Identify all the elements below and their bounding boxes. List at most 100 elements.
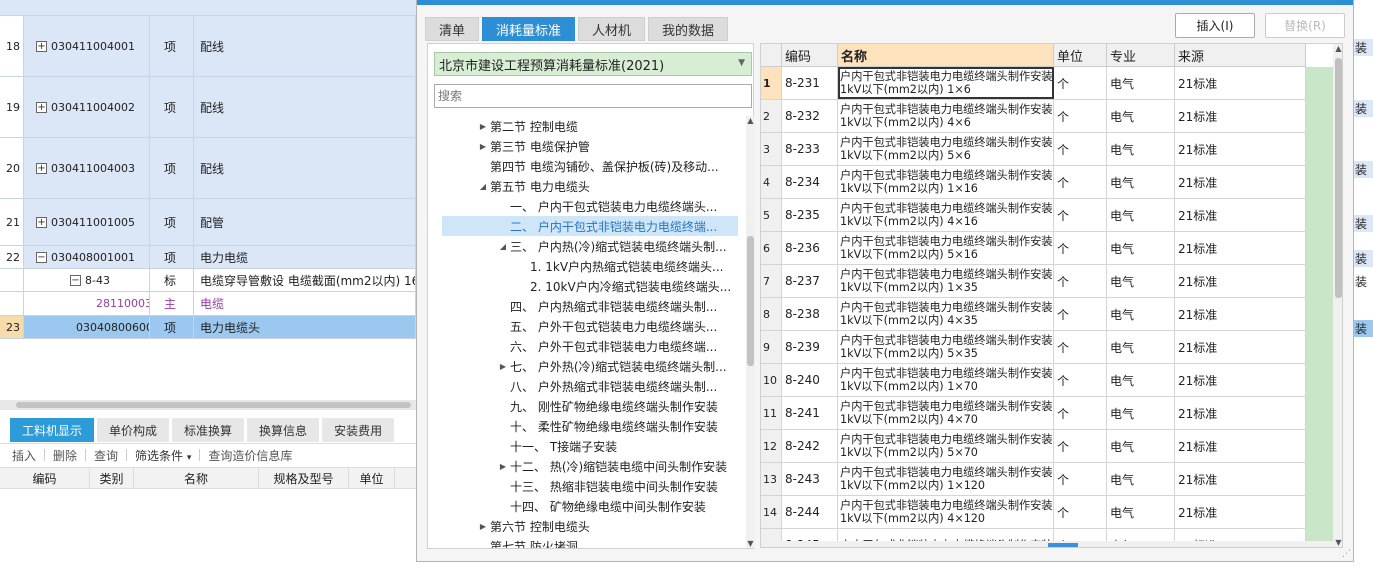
expand-arrow-icon[interactable]: ▶ (476, 142, 490, 151)
tree-node[interactable]: 十三、 热缩非铠装电缆中间头制作安装 (496, 476, 718, 496)
tree-node[interactable]: 1. 1kV户内热缩式铠装电缆终端头... (516, 256, 724, 276)
row-number: 3 (761, 133, 782, 165)
expand-arrow-icon[interactable]: ▶ (476, 522, 490, 531)
table-vertical-scrollbar[interactable]: ▲ ▼ (1333, 44, 1342, 547)
expand-arrow-icon[interactable]: ▶ (496, 462, 510, 471)
scrollbar-thumb[interactable] (747, 236, 754, 366)
table-row[interactable]: 11 8-241 户内干包式非铠装电力电缆终端头制作安装 1kV以下(mm2以内) … (761, 397, 1306, 430)
tree-node[interactable]: 四、 户内热缩式非铠装电缆终端头制... (496, 296, 717, 316)
tree-node[interactable]: ▶ 第二节 控制电缆 (476, 116, 578, 136)
item-row[interactable]: 28110003@2主电缆 (0, 292, 416, 316)
table-column-header[interactable]: 来源 (1175, 44, 1306, 66)
expand-arrow-icon[interactable]: ▶ (476, 122, 490, 131)
scrollbar-thumb[interactable] (1335, 58, 1342, 298)
scrollbar-thumb[interactable] (1048, 543, 1078, 547)
table-column-header[interactable]: 单位 (1054, 44, 1107, 66)
table-row[interactable]: 14 8-244 户内干包式非铠装电力电缆终端头制作安装 1kV以下(mm2以内) … (761, 496, 1306, 529)
dialog-tab[interactable]: 我的数据 (648, 17, 729, 41)
table-row[interactable]: 8 8-238 户内干包式非铠装电力电缆终端头制作安装 1kV以下(mm2以内) 4… (761, 298, 1306, 331)
collapse-icon[interactable]: − (70, 274, 81, 286)
dialog-tab[interactable]: 人材机 (578, 17, 646, 41)
table-row[interactable]: 13 8-243 户内干包式非铠装电力电缆终端头制作安装 1kV以下(mm2以内) … (761, 463, 1306, 496)
delete-link[interactable]: 删除 (53, 447, 77, 464)
tree-node[interactable]: 六、 户外干包式非铠装电力电缆终端... (496, 336, 717, 356)
query-link[interactable]: 查询 (94, 447, 118, 464)
table-row[interactable]: 6 8-236 户内干包式非铠装电力电缆终端头制作安装 1kV以下(mm2以内) 5… (761, 232, 1306, 265)
background-horizontal-scrollbar[interactable] (0, 400, 416, 410)
filter-dropdown[interactable]: 筛选条件 ▾ (135, 447, 191, 464)
search-input[interactable] (434, 84, 752, 108)
scroll-up-icon[interactable]: ▲ (1334, 44, 1342, 53)
quota-source: 21标准 (1175, 133, 1306, 165)
quota-name: 户内干包式非铠装电力电缆终端头制作安装 1kV以下(mm2以内) 1×6 (838, 67, 1054, 99)
tree-node[interactable]: 2. 10kV户内冷缩式铠装电缆终端头... (516, 276, 731, 296)
tree-node[interactable]: 十、 柔性矿物绝缘电缆终端头制作安装 (496, 416, 718, 436)
item-row[interactable]: 20 +030411004003 项配线 (0, 138, 416, 199)
dialog-tab[interactable]: 消耗量标准 (482, 17, 576, 41)
collapse-arrow-icon[interactable]: ◢ (476, 182, 490, 191)
tree-node[interactable]: ◢ 三、 户内热(冷)缩式铠装电缆终端头制... (496, 236, 727, 256)
standard-select[interactable]: 北京市建设工程预算消耗量标准(2021) ▼ (434, 52, 752, 76)
table-row[interactable]: 5 8-235 户内干包式非铠装电力电缆终端头制作安装 1kV以下(mm2以内) 4… (761, 199, 1306, 232)
table-row[interactable]: 10 8-240 户内干包式非铠装电力电缆终端头制作安装 1kV以下(mm2以内) … (761, 364, 1306, 397)
expand-arrow-icon[interactable]: ▶ (496, 362, 510, 371)
tree-node[interactable]: ◢ 第五节 电力电缆头 (476, 176, 590, 196)
bottom-tab[interactable]: 单价构成 (97, 418, 170, 442)
scrollbar-thumb[interactable] (16, 402, 411, 408)
table-row[interactable]: 12 8-242 户内干包式非铠装电力电缆终端头制作安装 1kV以下(mm2以内) … (761, 430, 1306, 463)
tree-node[interactable]: 第七节 防火堵洞 (476, 536, 578, 549)
tree-scrollbar[interactable]: ▲ ▼ (746, 116, 755, 548)
resize-grip-icon[interactable]: ⋰ (1342, 549, 1351, 559)
table-horizontal-scrollbar[interactable] (761, 541, 1333, 547)
expand-icon[interactable]: + (36, 101, 47, 113)
table-column-header[interactable]: 名称 (838, 44, 1054, 66)
table-row[interactable]: 7 8-237 户内干包式非铠装电力电缆终端头制作安装 1kV以下(mm2以内) 1… (761, 265, 1306, 298)
item-row[interactable]: 23 030408006001项电力电缆头 (0, 316, 416, 339)
table-column-header[interactable]: 专业 (1107, 44, 1175, 66)
item-row[interactable]: 21 +030411001005 项配管 (0, 199, 416, 246)
tree-node[interactable]: ▶ 第三节 电缆保护管 (476, 136, 590, 156)
insert-link[interactable]: 插入 (12, 447, 36, 464)
tree-node[interactable]: ▶ 第六节 控制电缆头 (476, 516, 590, 536)
tree-node[interactable]: 八、 户外热缩式非铠装电缆终端头制... (496, 376, 717, 396)
tree-node[interactable]: 五、 户外干包式铠装电力电缆终端头... (496, 316, 717, 336)
tree-node[interactable]: 十四、 矿物绝缘电缆中间头制作安装 (496, 496, 706, 516)
tree-node[interactable]: 九、 刚性矿物绝缘电缆终端头制作安装 (496, 396, 718, 416)
bottom-tab[interactable]: 工料机显示 (10, 418, 95, 442)
item-row[interactable]: 22−030408001001 项电力电缆 (0, 246, 416, 269)
tree-node-label: 三、 户内热(冷)缩式铠装电缆终端头制... (510, 239, 727, 254)
expand-icon[interactable]: + (36, 40, 47, 52)
bottom-tab[interactable]: 换算信息 (247, 418, 320, 442)
grid-header-filler (0, 0, 416, 16)
table-column-header[interactable]: 编码 (782, 44, 838, 66)
scroll-down-icon[interactable]: ▼ (746, 539, 755, 548)
expand-icon[interactable]: + (36, 162, 47, 174)
item-row[interactable]: −8-43 标电缆穿导管敷设 电缆截面(mm2以内) 16 (0, 269, 416, 292)
tree-node[interactable]: ▶ 十二、 热(冷)缩铠装电缆中间头制作安装 (496, 456, 727, 476)
item-row[interactable]: 18 +030411004001 项配线 (0, 16, 416, 77)
scroll-down-icon[interactable]: ▼ (1334, 538, 1342, 547)
insert-button[interactable]: 插入(I) (1175, 13, 1255, 38)
table-row[interactable]: 3 8-233 户内干包式非铠装电力电缆终端头制作安装 1kV以下(mm2以内) 5… (761, 133, 1306, 166)
bottom-tab[interactable]: 标准换算 (172, 418, 245, 442)
tree-node[interactable]: 十一、 T接端子安装 (496, 436, 617, 456)
replace-button[interactable]: 替换(R) (1265, 13, 1345, 38)
table-row[interactable]: 1 8-231 户内干包式非铠装电力电缆终端头制作安装 1kV以下(mm2以内) 1… (761, 67, 1306, 100)
dialog-tab[interactable]: 清单 (425, 17, 480, 41)
table-row[interactable]: 2 8-232 户内干包式非铠装电力电缆终端头制作安装 1kV以下(mm2以内) 4… (761, 100, 1306, 133)
item-code: +030411004003 (24, 138, 150, 198)
collapse-icon[interactable]: − (36, 251, 47, 263)
table-row[interactable]: 9 8-239 户内干包式非铠装电力电缆终端头制作安装 1kV以下(mm2以内) 5… (761, 331, 1306, 364)
item-row[interactable]: 19 +030411004002 项配线 (0, 77, 416, 138)
price-db-link[interactable]: 查询造价信息库 (208, 447, 292, 464)
bottom-tab[interactable]: 安装费用 (322, 418, 395, 442)
collapse-arrow-icon[interactable]: ◢ (496, 242, 510, 251)
scroll-up-icon[interactable]: ▲ (746, 116, 755, 125)
tree-node[interactable]: 一、 户内干包式铠装电力电缆终端头... (496, 196, 717, 216)
tree-node[interactable]: 二、 户内干包式非铠装电力电缆终端... (442, 216, 738, 236)
expand-icon[interactable]: + (36, 216, 47, 228)
table-column-header[interactable] (761, 44, 782, 66)
table-row[interactable]: 4 8-234 户内干包式非铠装电力电缆终端头制作安装 1kV以下(mm2以内) 1… (761, 166, 1306, 199)
tree-node[interactable]: ▶ 七、 户外热(冷)缩式铠装电缆终端头制... (496, 356, 727, 376)
tree-node[interactable]: 第四节 电缆沟铺砂、盖保护板(砖)及移动... (476, 156, 719, 176)
